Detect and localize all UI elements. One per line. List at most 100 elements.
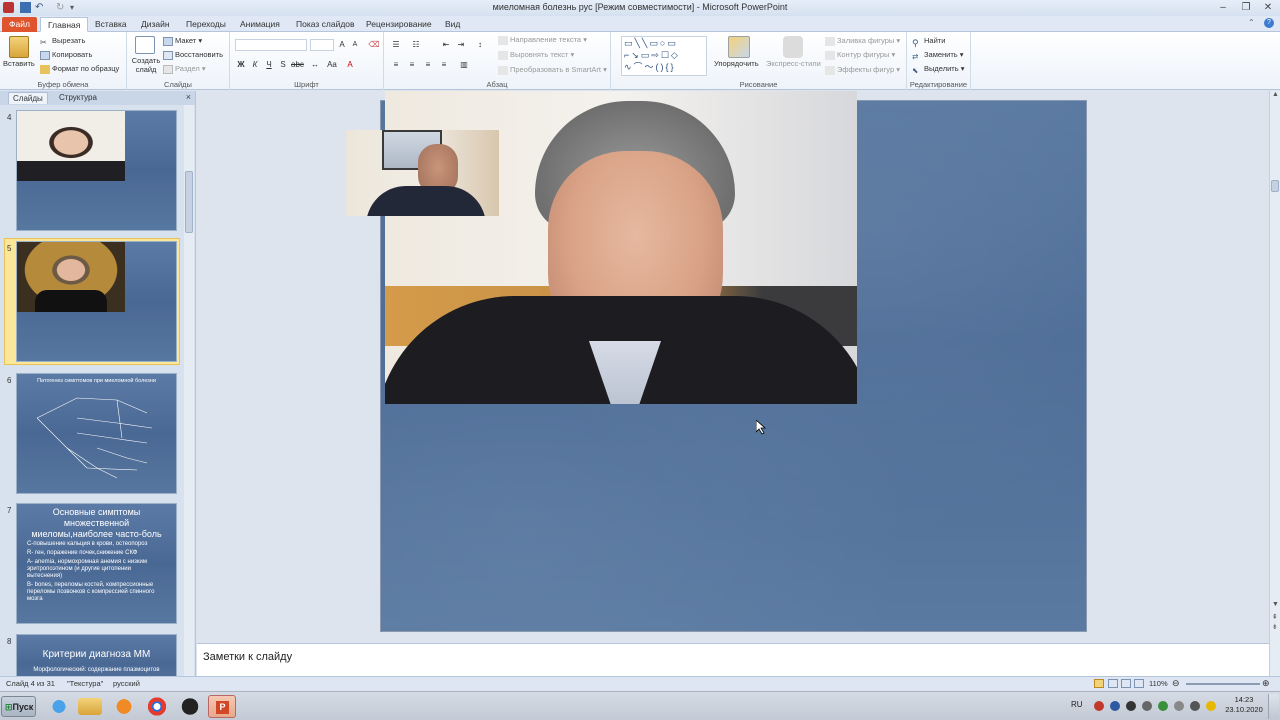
tab-transitions[interactable]: Переходы [179,17,233,32]
replace-button[interactable]: ⇄ Заменить ▾ [912,49,964,61]
layout-button[interactable]: Макет ▾ [163,35,202,47]
numbering-icon[interactable]: ☷ [410,39,422,50]
file-explorer-icon[interactable] [78,698,102,715]
keyboard-language[interactable]: RU [1071,700,1083,709]
tray-app-icon[interactable] [1142,701,1152,711]
paste-icon[interactable] [9,36,29,58]
tab-file[interactable]: Файл [2,17,37,32]
quick-styles-button[interactable]: Экспресс-стили [766,58,821,70]
tab-animation[interactable]: Анимация [233,17,287,32]
format-painter-button[interactable]: Формат по образцу [40,63,119,75]
slide-thumbnail-5[interactable] [16,241,177,362]
slide-thumbnail-8[interactable]: Критерии диагноза ММ Морфологический: со… [16,634,177,676]
shape-fill-button[interactable]: Заливка фигуры ▾ [825,35,900,47]
arrange-button[interactable]: Упорядочить [714,58,759,70]
printer-icon[interactable] [1174,701,1184,711]
find-button[interactable]: ⚲ Найти [912,35,945,48]
editor-scroll-thumb[interactable] [1271,180,1279,192]
clear-formatting-icon[interactable]: ⌫ [368,39,380,50]
chrome-icon[interactable] [143,695,171,718]
tab-outline[interactable]: Структура [55,92,101,104]
normal-view-icon[interactable] [1094,679,1104,688]
tray-app-icon[interactable] [1126,701,1136,711]
arrange-icon[interactable] [728,36,750,58]
collapse-ribbon-icon[interactable]: ⌃ [1248,19,1256,27]
tab-home[interactable]: Главная [40,17,89,32]
new-slide-button[interactable]: Создать слайд [131,56,161,76]
previous-slide-icon[interactable]: ⇞ [1272,613,1278,621]
quick-styles-icon[interactable] [783,36,803,58]
smartart-button[interactable]: Преобразовать в SmartArt ▾ [498,64,607,76]
obs-icon[interactable] [176,695,204,718]
tab-slideshow[interactable]: Показ слайдов [289,17,362,32]
tray-app-icon[interactable] [1206,701,1216,711]
shape-outline-button[interactable]: Контур фигуры ▾ [825,49,895,61]
slideshow-view-icon[interactable] [1134,679,1144,688]
zoom-in-icon[interactable]: ⊕ [1262,678,1270,689]
internet-explorer-icon[interactable] [45,695,73,718]
italic-icon[interactable]: К [249,59,261,70]
maximize-button[interactable]: ❐ [1239,2,1253,13]
bold-icon[interactable]: Ж [235,59,247,70]
minimize-button[interactable]: – [1216,2,1230,13]
increase-indent-icon[interactable]: ⇥ [455,39,467,50]
tab-insert[interactable]: Вставка [88,17,134,32]
tab-design[interactable]: Дизайн [134,17,177,32]
align-text-button[interactable]: Выровнять текст ▾ [498,49,574,61]
copy-button[interactable]: Копировать [40,49,92,61]
volume-icon[interactable] [1190,701,1200,711]
align-left-icon[interactable]: ≡ [390,59,402,70]
scroll-down-icon[interactable]: ▼ [1272,601,1279,608]
char-spacing-icon[interactable]: ↔ [309,59,321,70]
underline-icon[interactable]: Ч [263,59,275,70]
shadow-icon[interactable]: S [277,59,289,70]
help-icon[interactable]: ? [1264,18,1274,28]
slide-sorter-icon[interactable] [1108,679,1118,688]
strikethrough-icon[interactable]: abc [291,59,304,70]
new-slide-icon[interactable] [135,36,155,54]
shapes-gallery[interactable]: ▭╲╲▭○▭ ⌐↘▭⇨☐◇ ∿⌒〜(){} [621,36,707,76]
cut-button[interactable]: ✂ Вырезать [40,35,85,47]
font-name-field[interactable] [235,39,307,51]
align-center-icon[interactable]: ≡ [406,59,418,70]
bullets-icon[interactable]: ☰ [390,39,402,50]
section-button[interactable]: Раздел ▾ [163,63,206,75]
grow-font-icon[interactable]: A [336,39,348,50]
shrink-font-icon[interactable]: A [349,39,361,50]
align-right-icon[interactable]: ≡ [422,59,434,70]
start-button[interactable]: ⊞Пуск [1,696,36,717]
slide-thumbnail-6[interactable]: Патогенез симптомов при миеломной болезн… [16,373,177,494]
show-desktop-button[interactable] [1268,694,1279,719]
reading-view-icon[interactable] [1121,679,1131,688]
font-size-field[interactable] [310,39,334,51]
columns-icon[interactable]: ▥ [458,59,470,70]
decrease-indent-icon[interactable]: ⇤ [440,39,452,50]
next-slide-icon[interactable]: ⇟ [1272,623,1278,631]
paste-button[interactable]: Вставить [3,58,35,70]
bluetooth-icon[interactable] [1110,701,1120,711]
slides-pane-scrollbar[interactable] [184,105,194,676]
slide-thumbnail-7[interactable]: Основные симптомы множественной миеломы,… [16,503,177,624]
slides-pane-scroll-thumb[interactable] [185,171,193,233]
zoom-level[interactable]: 110% [1149,679,1168,688]
network-icon[interactable] [1158,701,1168,711]
media-player-icon[interactable] [110,695,138,718]
zoom-out-icon[interactable]: ⊖ [1172,678,1180,689]
shape-effects-button[interactable]: Эффекты фигур ▾ [825,64,900,76]
zoom-slider[interactable] [1186,683,1260,685]
clock[interactable]: 14:23 23.10.2020 [1224,695,1264,715]
justify-icon[interactable]: ≡ [438,59,450,70]
tab-view[interactable]: Вид [438,17,467,32]
pane-close-icon[interactable]: × [186,92,191,102]
tray-app-icon[interactable] [1094,701,1104,711]
close-button[interactable]: ✕ [1261,2,1275,13]
slide-thumbnail-4[interactable] [16,110,177,231]
notes-pane[interactable]: Заметки к слайду [197,643,1269,676]
select-button[interactable]: ⬉ Выделить ▾ [912,63,964,75]
tab-review[interactable]: Рецензирование [359,17,439,32]
tab-slides[interactable]: Слайды [8,92,48,104]
powerpoint-taskbar-icon[interactable]: P [208,695,236,718]
scroll-up-icon[interactable]: ▲ [1272,91,1279,98]
font-color-icon[interactable]: A [344,59,356,70]
line-spacing-icon[interactable]: ↕ [474,39,486,50]
